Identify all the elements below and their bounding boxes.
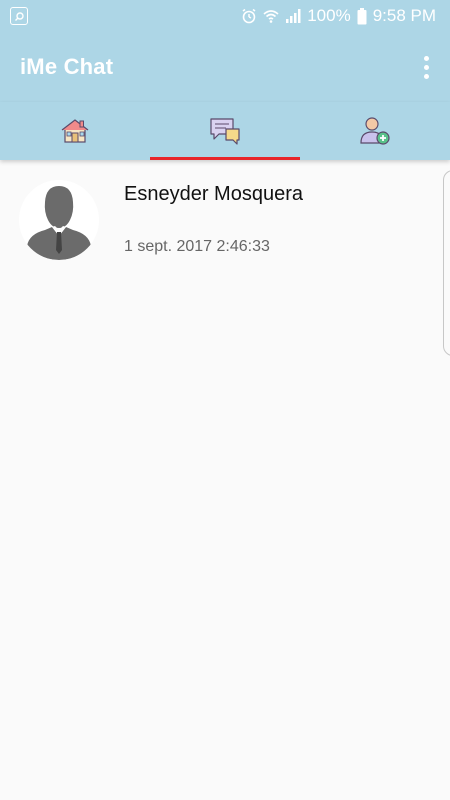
clock: 9:58 PM <box>372 6 436 25</box>
tab-bar <box>0 102 450 160</box>
chat-list: Esneyder Mosquera 1 sept. 2017 2:46:33 <box>0 160 450 800</box>
tab-chats[interactable] <box>150 102 300 160</box>
app-bar: iMe Chat <box>0 32 450 102</box>
overflow-dot <box>423 73 429 79</box>
chat-list-item[interactable]: Esneyder Mosquera 1 sept. 2017 2:46:33 <box>0 160 450 270</box>
status-left <box>10 7 28 25</box>
overflow-dot <box>423 64 429 70</box>
wifi-icon <box>263 10 279 23</box>
signal-icon <box>286 9 301 23</box>
avatar <box>19 180 99 260</box>
default-person-avatar-icon <box>19 180 99 260</box>
alarm-icon <box>242 8 256 24</box>
battery-percent: 100% <box>307 6 351 25</box>
chat-bubbles-icon <box>210 118 240 145</box>
battery-icon <box>357 7 367 24</box>
contact-name: Esneyder Mosquera <box>124 183 303 205</box>
edge-panel-handle[interactable] <box>443 170 450 356</box>
home-icon <box>61 119 89 143</box>
overflow-dot <box>423 55 429 61</box>
tab-home[interactable] <box>0 102 150 160</box>
tab-add-contact[interactable] <box>300 102 450 160</box>
overflow-menu-button[interactable] <box>416 53 436 81</box>
notification-icon <box>10 7 28 25</box>
status-bar: 100% 9:58 PM <box>0 0 450 32</box>
message-timestamp: 1 sept. 2017 2:46:33 <box>124 238 270 255</box>
app-title: iMe Chat <box>20 54 114 79</box>
add-contact-icon <box>360 117 390 145</box>
status-right: 100% 9:58 PM <box>241 6 436 26</box>
